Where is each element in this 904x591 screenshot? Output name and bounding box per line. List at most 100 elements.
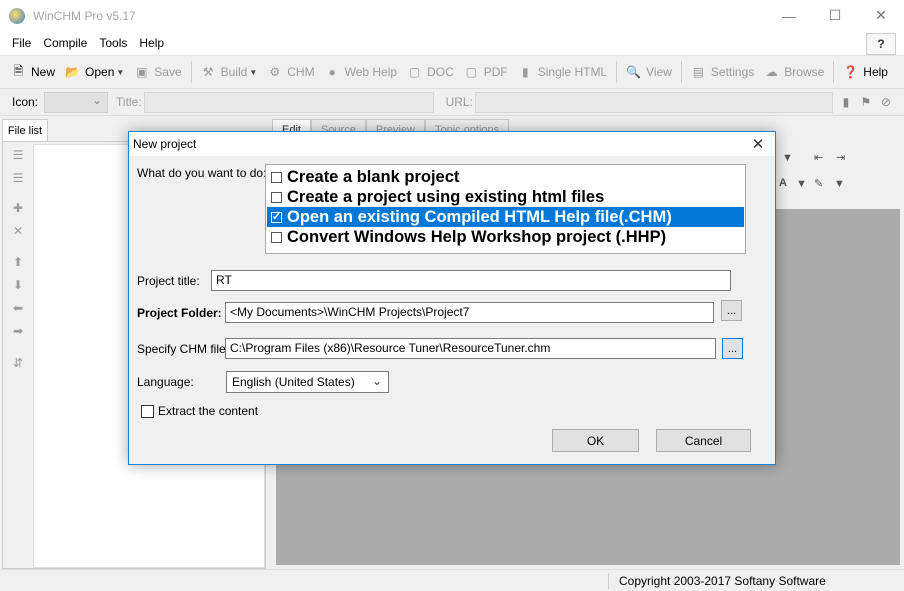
cancel-button[interactable]: Cancel: [656, 429, 751, 452]
build-button[interactable]: ⚒ Build ▼: [196, 60, 263, 84]
chm-file-browse-button[interactable]: ...: [722, 338, 743, 359]
main-toolbar: 🗎 New 📂 Open ▼ ▣ Save ⚒ Build ▼ ⚙ CHM ● …: [0, 56, 904, 89]
browse-label: Browse: [784, 65, 825, 79]
highlight-icon[interactable]: ✎: [814, 177, 823, 190]
chm-icon: ⚙: [269, 65, 281, 79]
move-left-icon[interactable]: ⬅: [11, 301, 25, 315]
page-icon[interactable]: ▮: [839, 95, 853, 109]
help-label: Help: [863, 65, 888, 79]
save-button[interactable]: ▣ Save: [129, 60, 186, 84]
help-button[interactable]: ❓ Help: [838, 60, 893, 84]
option-existing-html[interactable]: Create a project using existing html fil…: [267, 187, 744, 207]
project-title-input[interactable]: RT: [211, 270, 731, 291]
move-down-icon[interactable]: ⬇: [11, 278, 25, 292]
cloud-icon: ☁: [765, 65, 778, 79]
toolbar-separator: [680, 61, 682, 83]
window-controls: — ☐ ✕: [766, 0, 904, 31]
view-label: View: [646, 65, 672, 79]
app-icon: [9, 7, 25, 24]
dialog-title-bar: New project ✕: [129, 132, 775, 156]
add-subtopic-icon[interactable]: ☰: [11, 171, 25, 185]
status-copyright: Copyright 2003-2017 Softany Software: [619, 574, 826, 588]
font-color-icon[interactable]: A: [779, 177, 787, 189]
url-field[interactable]: [474, 91, 833, 113]
minimize-button[interactable]: —: [766, 0, 812, 31]
option-checkbox[interactable]: [271, 171, 282, 183]
option-convert-hhp[interactable]: Convert Windows Help Workshop project (.…: [267, 227, 744, 247]
help-icon: ❓: [843, 65, 859, 79]
delete-icon[interactable]: ✕: [11, 224, 25, 238]
bookmark-icon[interactable]: ⚑: [859, 95, 873, 109]
settings-button[interactable]: ▤ Settings: [686, 60, 759, 84]
doc-icon: ▢: [408, 65, 421, 79]
view-icon: 🔍: [626, 65, 642, 79]
option-checkbox-checked[interactable]: ✓: [271, 211, 282, 223]
menu-tools[interactable]: Tools: [93, 36, 133, 50]
move-up-icon[interactable]: ⬆: [11, 255, 25, 269]
doc-button[interactable]: ▢ DOC: [402, 60, 459, 84]
cancel-icon[interactable]: ⊘: [879, 95, 893, 109]
icon-label: Icon:: [12, 95, 39, 109]
title-field[interactable]: [143, 91, 434, 113]
new-project-dialog: New project ✕ What do you want to do: Cr…: [128, 131, 776, 465]
chm-button[interactable]: ⚙ CHM: [262, 60, 319, 84]
language-value: English (United States): [232, 375, 355, 389]
menu-compile[interactable]: Compile: [37, 36, 93, 50]
project-type-list: Create a blank project Create a project …: [265, 164, 746, 254]
extract-content-label: Extract the content: [158, 404, 259, 418]
extract-content-row[interactable]: Extract the content: [141, 404, 258, 418]
language-select[interactable]: English (United States) ⌄: [226, 371, 389, 393]
pdf-button[interactable]: ▢ PDF: [459, 60, 513, 84]
extract-content-checkbox[interactable]: [141, 404, 154, 418]
title-bar: WinCHM Pro v5.17 — ☐ ✕: [0, 0, 904, 31]
new-button[interactable]: 🗎 New: [6, 60, 60, 84]
project-folder-input[interactable]: <My Documents>\WinCHM Projects\Project7: [225, 302, 714, 323]
status-separator: [608, 573, 609, 589]
highlight-dropdown-icon[interactable]: ▼: [834, 178, 845, 190]
option-checkbox[interactable]: [271, 191, 282, 203]
property-bar: Icon: Title: URL: ▮ ⚑ ⊘: [0, 89, 904, 116]
outdent-icon[interactable]: ⇤: [814, 151, 823, 164]
language-label: Language:: [137, 375, 194, 389]
open-dropdown-arrow-icon[interactable]: ▼: [116, 68, 124, 77]
list-dropdown-icon[interactable]: ▼: [782, 152, 793, 164]
close-window-button[interactable]: ✕: [858, 0, 904, 31]
option-open-chm[interactable]: ✓ Open an existing Compiled HTML Help fi…: [267, 207, 744, 227]
option-checkbox[interactable]: [271, 231, 282, 243]
option-label: Create a project using existing html fil…: [287, 187, 605, 206]
open-button[interactable]: 📂 Open ▼: [60, 60, 129, 84]
web-help-button[interactable]: ● Web Help: [320, 60, 402, 84]
dialog-title: New project: [133, 137, 197, 151]
folder-open-icon: 📂: [65, 65, 80, 79]
font-color-dropdown-icon[interactable]: ▼: [796, 178, 807, 190]
maximize-button[interactable]: ☐: [812, 0, 858, 31]
build-label: Build: [220, 65, 248, 79]
ok-button[interactable]: OK: [552, 429, 639, 452]
option-blank-project[interactable]: Create a blank project: [267, 167, 744, 187]
project-folder-browse-button[interactable]: ...: [721, 300, 742, 321]
doc-label: DOC: [427, 65, 454, 79]
sort-icon[interactable]: ⇵: [11, 356, 25, 370]
toolbar-separator: [833, 61, 835, 83]
file-list-tools: ☰ ☰ ✚ ✕ ⬆ ⬇ ⬅ ➡ ⇵: [3, 142, 33, 568]
pdf-label: PDF: [483, 65, 508, 79]
browse-button[interactable]: ☁ Browse: [759, 60, 829, 84]
indent-icon[interactable]: ⇥: [836, 151, 845, 164]
view-button[interactable]: 🔍 View: [621, 60, 677, 84]
add-topic-icon[interactable]: ☰: [11, 148, 25, 162]
dialog-close-icon[interactable]: ✕: [741, 132, 775, 156]
url-label: URL:: [445, 95, 473, 109]
tab-file-list[interactable]: File list: [2, 119, 48, 141]
open-label: Open: [85, 65, 115, 79]
question-label: What do you want to do:: [137, 166, 267, 180]
menu-file[interactable]: File: [6, 36, 37, 50]
build-dropdown-arrow-icon[interactable]: ▼: [249, 68, 257, 77]
chm-file-input[interactable]: C:\Program Files (x86)\Resource Tuner\Re…: [225, 338, 716, 359]
context-help-icon[interactable]: ?: [866, 33, 896, 55]
menu-help[interactable]: Help: [133, 36, 170, 50]
single-html-button[interactable]: ▮ Single HTML: [513, 60, 612, 84]
icon-select[interactable]: [44, 91, 109, 113]
add-icon[interactable]: ✚: [11, 201, 25, 215]
move-right-icon[interactable]: ➡: [11, 324, 25, 338]
chevron-down-icon: ⌄: [371, 374, 382, 388]
